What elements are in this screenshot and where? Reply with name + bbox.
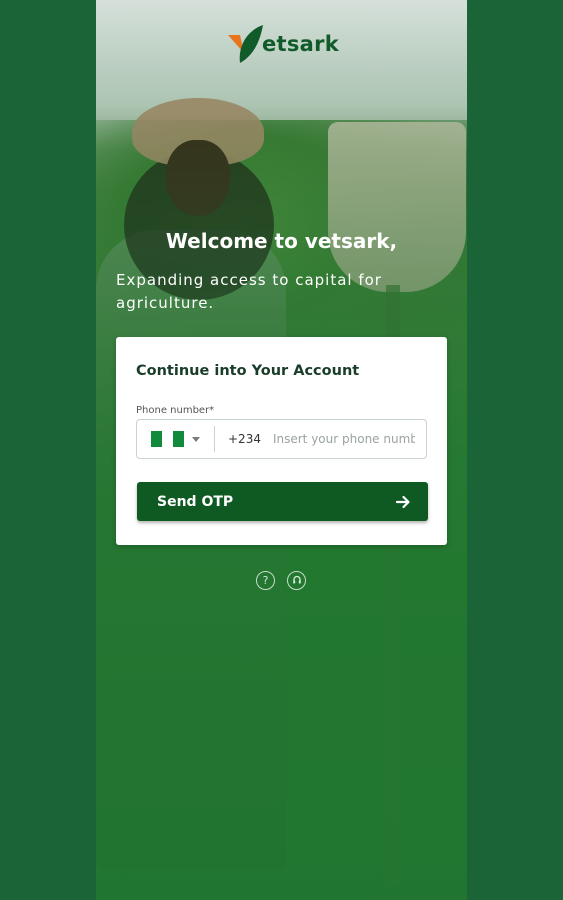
welcome-title: Welcome to vetsark, (165, 229, 398, 253)
field-divider (214, 426, 215, 452)
arrow-right-icon (395, 495, 410, 508)
app-screen: etsark Welcome to vetsark, Expanding acc… (96, 0, 467, 900)
support-icon[interactable] (287, 571, 306, 590)
chevron-down-icon[interactable] (192, 436, 200, 442)
welcome-tagline: Expanding access to capital for agricult… (116, 271, 382, 312)
login-card: Continue into Your Account Phone number*… (116, 337, 447, 545)
phone-label: Phone number* (136, 405, 215, 416)
leaf-logo-icon (226, 23, 264, 65)
send-otp-label: Send OTP (157, 493, 234, 510)
brand-name: etsark (262, 32, 340, 56)
phone-input[interactable] (272, 432, 415, 446)
footer-icons: ? (256, 571, 306, 590)
send-otp-button[interactable]: Send OTP (137, 482, 428, 521)
nigeria-flag-icon[interactable] (151, 431, 184, 447)
help-icon[interactable]: ? (256, 571, 275, 590)
dial-code: +234 (228, 432, 261, 446)
phone-field: +234 (136, 419, 427, 459)
app-logo: etsark (226, 22, 339, 66)
card-title: Continue into Your Account (136, 363, 360, 379)
